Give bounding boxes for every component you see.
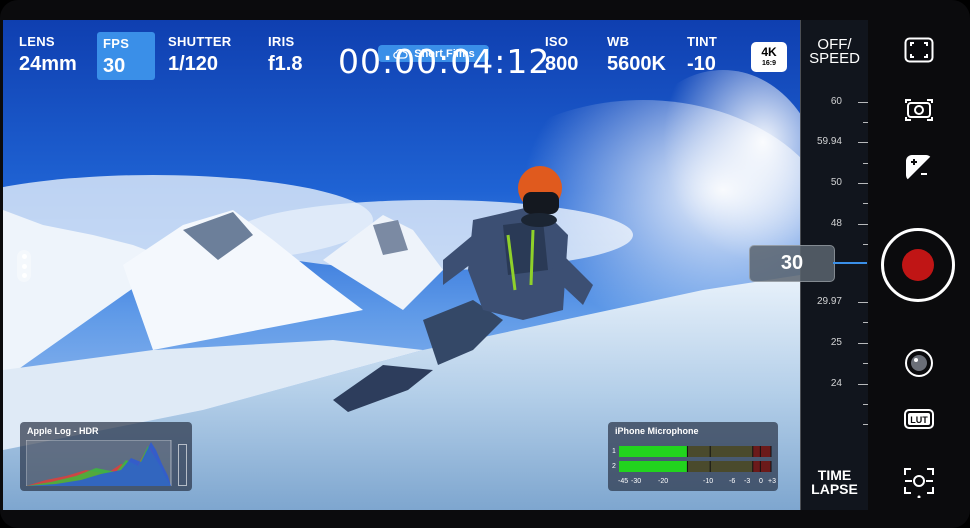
fps-label: FPS [103, 36, 130, 51]
lens-value: 24mm [19, 53, 77, 75]
iso-control[interactable]: ISO 800 [545, 34, 578, 76]
shutter-control[interactable]: SHUTTER 1/120 [168, 34, 232, 76]
audio-channel-label: 2 [612, 463, 616, 470]
dial-minor-tick [863, 244, 868, 245]
audio-meter-level [619, 446, 688, 457]
audio-scale-label: -20 [658, 478, 669, 485]
record-button[interactable] [881, 228, 955, 302]
audio-meter-peak-zone [752, 446, 771, 457]
lut-button[interactable]: LUT [897, 398, 941, 442]
lens-switch-button[interactable] [897, 341, 941, 385]
dial-minor-tick [863, 424, 868, 425]
dial-tick [858, 384, 868, 385]
dial-minor-tick [863, 163, 868, 164]
iris-value: f1.8 [268, 53, 303, 75]
dial-minor-tick [863, 203, 868, 204]
iso-label: ISO [545, 34, 569, 49]
fps-control[interactable]: FPS 30 [97, 32, 155, 80]
audio-meter-panel[interactable]: iPhone Microphone 1 2 -45 -30 -20 -10 -6… [608, 422, 778, 491]
dial-needle [833, 262, 867, 264]
tint-label: TINT [687, 34, 718, 49]
histogram-graph [26, 440, 172, 486]
lens-icon [905, 349, 933, 377]
record-icon [902, 249, 934, 281]
shutter-label: SHUTTER [168, 34, 232, 49]
dial-tick [858, 142, 868, 143]
camera-switch-button[interactable] [897, 88, 941, 132]
lens-label: LENS [19, 34, 55, 49]
audio-scale: -45 -30 -20 -10 -6 -3 0 +3 [618, 478, 776, 488]
audio-scale-label: -45 [618, 478, 629, 485]
audio-channel-label: 1 [612, 448, 616, 455]
dial-tick-label: 48 [830, 218, 842, 229]
exposure-button[interactable] [897, 146, 941, 190]
lut-icon: LUT [904, 409, 934, 429]
audio-scale-label: -6 [729, 478, 736, 485]
dial-tick [858, 302, 868, 303]
camera-switch-icon [905, 99, 933, 121]
camera-app: LENS 24mm FPS 30 SHUTTER 1/120 IRIS f1.8… [0, 0, 970, 528]
iris-label: IRIS [268, 34, 295, 49]
dial-tick [858, 183, 868, 184]
dial-tick-label: 29.97 [816, 296, 842, 307]
drawer-handle[interactable] [17, 250, 31, 282]
focus-button[interactable] [897, 460, 941, 504]
handle-dot [21, 272, 27, 278]
dial-minor-tick [863, 322, 868, 323]
audio-meter-level [619, 461, 688, 472]
audio-meter-peak-zone [752, 461, 771, 472]
dial-tick [858, 343, 868, 344]
dial-minor-tick [863, 404, 868, 405]
audio-scale-label: +3 [768, 478, 776, 485]
focus-icon [904, 468, 934, 498]
dial-tick-label: 59.94 [816, 136, 842, 147]
resolution-value: 4K [761, 45, 777, 59]
current-fps-indicator[interactable]: 30 [749, 245, 835, 282]
frame-guides-button[interactable] [897, 28, 941, 72]
dial-tick-label: 25 [830, 337, 842, 348]
audio-scale-label: -10 [703, 478, 714, 485]
resolution-badge[interactable]: 4K 16:9 [751, 42, 787, 72]
lens-control[interactable]: LENS 24mm [19, 34, 77, 76]
off-speed-label: OFF/ SPEED [809, 36, 860, 67]
tint-value: -10 [687, 53, 716, 75]
dial-minor-tick [863, 122, 868, 123]
tint-control[interactable]: TINT -10 [687, 34, 717, 76]
histogram-clip-indicator [178, 444, 187, 486]
frame-guides-icon [904, 37, 934, 63]
fps-value: 30 [103, 55, 126, 77]
dial-tick [858, 224, 868, 225]
exposure-icon [906, 155, 932, 181]
top-hud: LENS 24mm FPS 30 SHUTTER 1/120 IRIS f1.8… [0, 20, 800, 81]
wb-label: WB [607, 34, 630, 49]
audio-scale-label: 0 [759, 478, 763, 485]
audio-scale-label: -30 [631, 478, 642, 485]
audio-meters [619, 446, 772, 472]
wb-value: 5600K [607, 53, 666, 75]
histogram-title: Apple Log - HDR [27, 426, 99, 436]
iso-value: 800 [545, 53, 579, 75]
shutter-value: 1/120 [168, 53, 219, 75]
audio-title: iPhone Microphone [615, 426, 699, 436]
dial-tick-label: 60 [830, 96, 842, 107]
handle-dot [21, 254, 27, 260]
dial-tick-label: 50 [830, 177, 842, 188]
iris-control[interactable]: IRIS f1.8 [268, 34, 302, 76]
aspect-ratio-value: 16:9 [761, 60, 776, 67]
dial-tick-label: 24 [830, 378, 842, 389]
lut-label: LUT [910, 415, 928, 425]
timecode: 00:00:04:12 [338, 42, 551, 81]
time-lapse-label[interactable]: TIME LAPSE [801, 468, 868, 496]
dial-minor-tick [863, 363, 868, 364]
dial-tick [858, 102, 868, 103]
audio-scale-label: -3 [744, 478, 751, 485]
handle-dot [21, 263, 27, 269]
wb-control[interactable]: WB 5600K [607, 34, 666, 76]
histogram-panel[interactable]: Apple Log - HDR [20, 422, 192, 491]
